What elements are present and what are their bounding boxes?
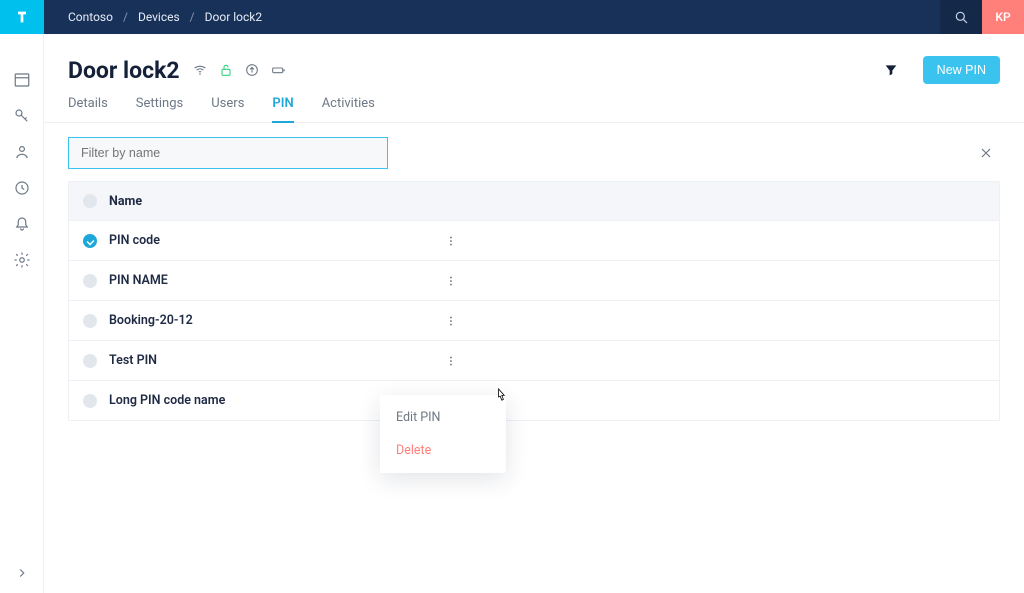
filter-input-wrap[interactable]	[68, 137, 388, 169]
menu-delete[interactable]: Delete	[380, 434, 506, 467]
table-row[interactable]: PIN NAME	[69, 260, 999, 300]
filter-bar	[68, 137, 1000, 169]
table-row[interactable]: Long PIN code name	[69, 380, 999, 420]
row-actions-button[interactable]	[439, 269, 463, 293]
rail-expand-button[interactable]	[0, 553, 44, 593]
row-name: PIN NAME	[109, 273, 439, 288]
nav-dashboard[interactable]	[0, 62, 44, 98]
top-bar: Contoso / Devices / Door lock2 KP	[44, 0, 1024, 34]
kebab-icon	[444, 274, 458, 288]
row-actions-button[interactable]	[439, 309, 463, 333]
row-select-dot[interactable]	[83, 314, 97, 328]
breadcrumb-item-1[interactable]: Devices	[138, 10, 180, 24]
tab-pin[interactable]: PIN	[272, 96, 293, 123]
new-pin-button[interactable]: New PIN	[923, 56, 1000, 84]
search-icon	[953, 9, 969, 25]
firmware-upload-icon	[244, 62, 260, 78]
grid-header: Name	[69, 182, 999, 220]
filter-toggle-button[interactable]	[881, 60, 901, 80]
battery-icon	[270, 62, 286, 78]
table-row[interactable]: PIN code	[69, 220, 999, 260]
row-name: Test PIN	[109, 353, 439, 368]
col-name-header: Name	[109, 194, 142, 209]
breadcrumb-sep: /	[123, 10, 128, 24]
nav-alerts[interactable]	[0, 206, 44, 242]
pin-grid: Name PIN code PIN NAME	[68, 181, 1000, 421]
wifi-icon	[192, 62, 208, 78]
bell-icon	[13, 215, 31, 233]
device-status-icons	[192, 62, 286, 78]
kebab-icon	[444, 354, 458, 368]
gear-icon	[13, 251, 31, 269]
menu-edit-pin[interactable]: Edit PIN	[380, 401, 506, 434]
row-select-dot[interactable]	[83, 354, 97, 368]
tab-settings[interactable]: Settings	[136, 96, 183, 123]
row-actions-button[interactable]	[439, 229, 463, 253]
breadcrumb-item-2[interactable]: Door lock2	[205, 10, 262, 24]
row-select-dot[interactable]	[83, 234, 97, 248]
breadcrumb-item-0[interactable]: Contoso	[68, 10, 113, 24]
key-icon	[13, 107, 31, 125]
window-icon	[13, 71, 31, 89]
kebab-icon	[444, 314, 458, 328]
page-header: Door lock2 New PIN	[44, 34, 1024, 84]
close-icon	[978, 145, 994, 161]
row-actions-button[interactable]	[439, 349, 463, 373]
brand-t-icon	[14, 9, 30, 25]
select-all-dot[interactable]	[83, 194, 97, 208]
user-avatar[interactable]: KP	[982, 0, 1024, 34]
table-row[interactable]: Test PIN	[69, 340, 999, 380]
funnel-icon	[883, 62, 899, 78]
nav-activity[interactable]	[0, 170, 44, 206]
row-name: Booking-20-12	[109, 313, 439, 328]
lock-open-icon	[218, 62, 234, 78]
user-initials: KP	[995, 10, 1010, 24]
chevron-right-icon	[15, 566, 29, 580]
close-filter-button[interactable]	[972, 139, 1000, 167]
clock-icon	[13, 179, 31, 197]
nav-keys[interactable]	[0, 98, 44, 134]
tabs: Details Settings Users PIN Activities	[44, 84, 1024, 123]
nav-settings[interactable]	[0, 242, 44, 278]
row-name: PIN code	[109, 233, 439, 248]
filter-input[interactable]	[81, 146, 375, 160]
tab-details[interactable]: Details	[68, 96, 108, 123]
row-select-dot[interactable]	[83, 394, 97, 408]
global-search-button[interactable]	[940, 0, 982, 34]
table-row[interactable]: Booking-20-12	[69, 300, 999, 340]
content-area: Name PIN code PIN NAME	[44, 123, 1024, 435]
brand-logo[interactable]	[0, 0, 44, 34]
kebab-icon	[444, 234, 458, 248]
user-icon	[13, 143, 31, 161]
row-select-dot[interactable]	[83, 274, 97, 288]
tab-activities[interactable]: Activities	[322, 96, 375, 123]
left-nav-rail	[0, 0, 44, 593]
row-context-menu: Edit PIN Delete	[380, 395, 506, 473]
page-title: Door lock2	[68, 57, 180, 84]
breadcrumb: Contoso / Devices / Door lock2	[44, 10, 262, 24]
breadcrumb-sep: /	[190, 10, 195, 24]
tab-users[interactable]: Users	[211, 96, 244, 123]
nav-users[interactable]	[0, 134, 44, 170]
